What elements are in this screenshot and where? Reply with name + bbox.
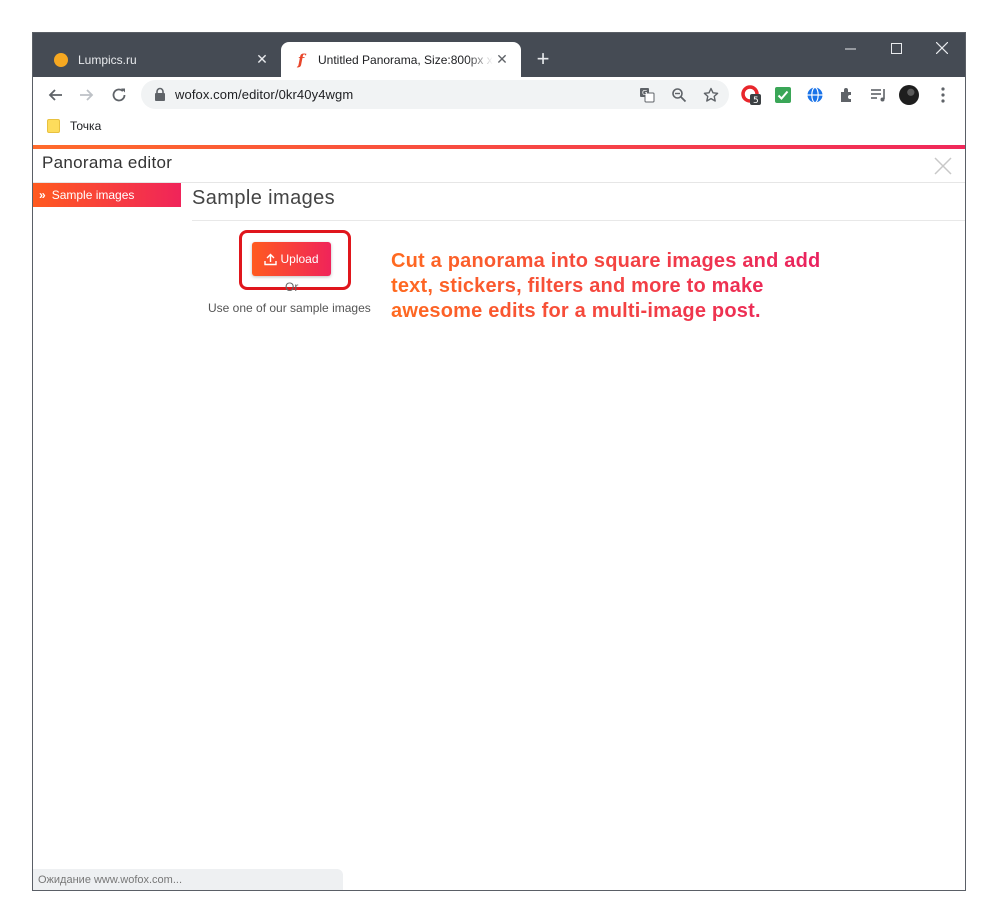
editor-close-icon[interactable] <box>933 156 953 176</box>
extension-badge: 5 <box>753 96 759 105</box>
zoom-icon[interactable] <box>667 83 691 107</box>
address-bar[interactable]: wofox.com/editor/0kr40y4wgm G <box>141 80 729 109</box>
opera-extension-icon[interactable]: 5 <box>741 85 761 105</box>
wofox-favicon-icon: f <box>297 50 305 69</box>
reload-icon[interactable] <box>105 81 133 109</box>
url-text: wofox.com/editor/0kr40y4wgm <box>175 87 354 102</box>
new-tab-plus-icon[interactable]: + <box>531 48 555 72</box>
section-title: Sample images <box>192 187 336 209</box>
forward-arrow-icon[interactable] <box>73 81 101 109</box>
upload-icon <box>264 253 278 265</box>
sample-images-link[interactable]: Use one of our sample images <box>208 301 371 315</box>
extensions-puzzle-icon[interactable] <box>837 85 857 105</box>
tagline-text: Cut a panorama into square images and ad… <box>391 249 841 324</box>
checkmark-extension-icon[interactable] <box>773 85 793 105</box>
tab-panorama[interactable]: f Untitled Panorama, Size:800px x 400px … <box>281 42 521 77</box>
tab-title: Untitled Panorama, Size:800px x 400px <box>318 52 493 67</box>
status-bar: Ожидание www.wofox.com... <box>33 869 343 890</box>
folder-icon <box>47 119 60 133</box>
sidebar-item-sample-images[interactable]: » Sample images <box>33 183 181 207</box>
maximize-icon[interactable] <box>873 33 919 63</box>
svg-text:G: G <box>642 89 647 97</box>
browser-window: Lumpics.ru ✕ f Untitled Panorama, Size:8… <box>32 32 966 891</box>
bookmark-tochka[interactable]: Точка <box>47 119 101 133</box>
tab-lumpics[interactable]: Lumpics.ru ✕ <box>41 42 281 77</box>
tab-title: Lumpics.ru <box>78 52 137 67</box>
bookmarks-bar: Точка <box>33 113 965 145</box>
bookmark-label: Точка <box>70 119 102 133</box>
media-control-icon[interactable] <box>869 85 889 105</box>
translate-icon[interactable]: G <box>635 83 659 107</box>
minimize-icon[interactable] <box>827 33 873 63</box>
editor-title: Panorama editor <box>42 153 173 172</box>
browser-toolbar: wofox.com/editor/0kr40y4wgm G 5 <box>33 77 965 113</box>
back-arrow-icon[interactable] <box>41 81 69 109</box>
upload-button[interactable]: Upload <box>252 242 331 276</box>
lock-icon <box>155 87 165 101</box>
accent-bar <box>33 145 965 149</box>
lumpics-favicon-icon <box>53 52 69 68</box>
bookmark-star-icon[interactable] <box>699 83 723 107</box>
double-chevron-icon: » <box>39 188 46 202</box>
title-bar: Lumpics.ru ✕ f Untitled Panorama, Size:8… <box>33 33 965 77</box>
vpn-globe-icon[interactable] <box>805 85 825 105</box>
tab-close-icon[interactable]: ✕ <box>253 51 271 69</box>
menu-kebab-icon[interactable] <box>933 85 953 105</box>
page-content: Panorama editor » Sample images Sample i… <box>33 145 965 890</box>
window-close-icon[interactable] <box>919 33 965 63</box>
tab-close-icon[interactable]: ✕ <box>493 51 511 69</box>
section-divider <box>192 220 965 221</box>
upload-label: Upload <box>280 252 319 266</box>
sidebar-item-label: Sample images <box>51 188 135 202</box>
profile-avatar[interactable] <box>899 85 919 105</box>
or-label: Or <box>285 280 299 294</box>
